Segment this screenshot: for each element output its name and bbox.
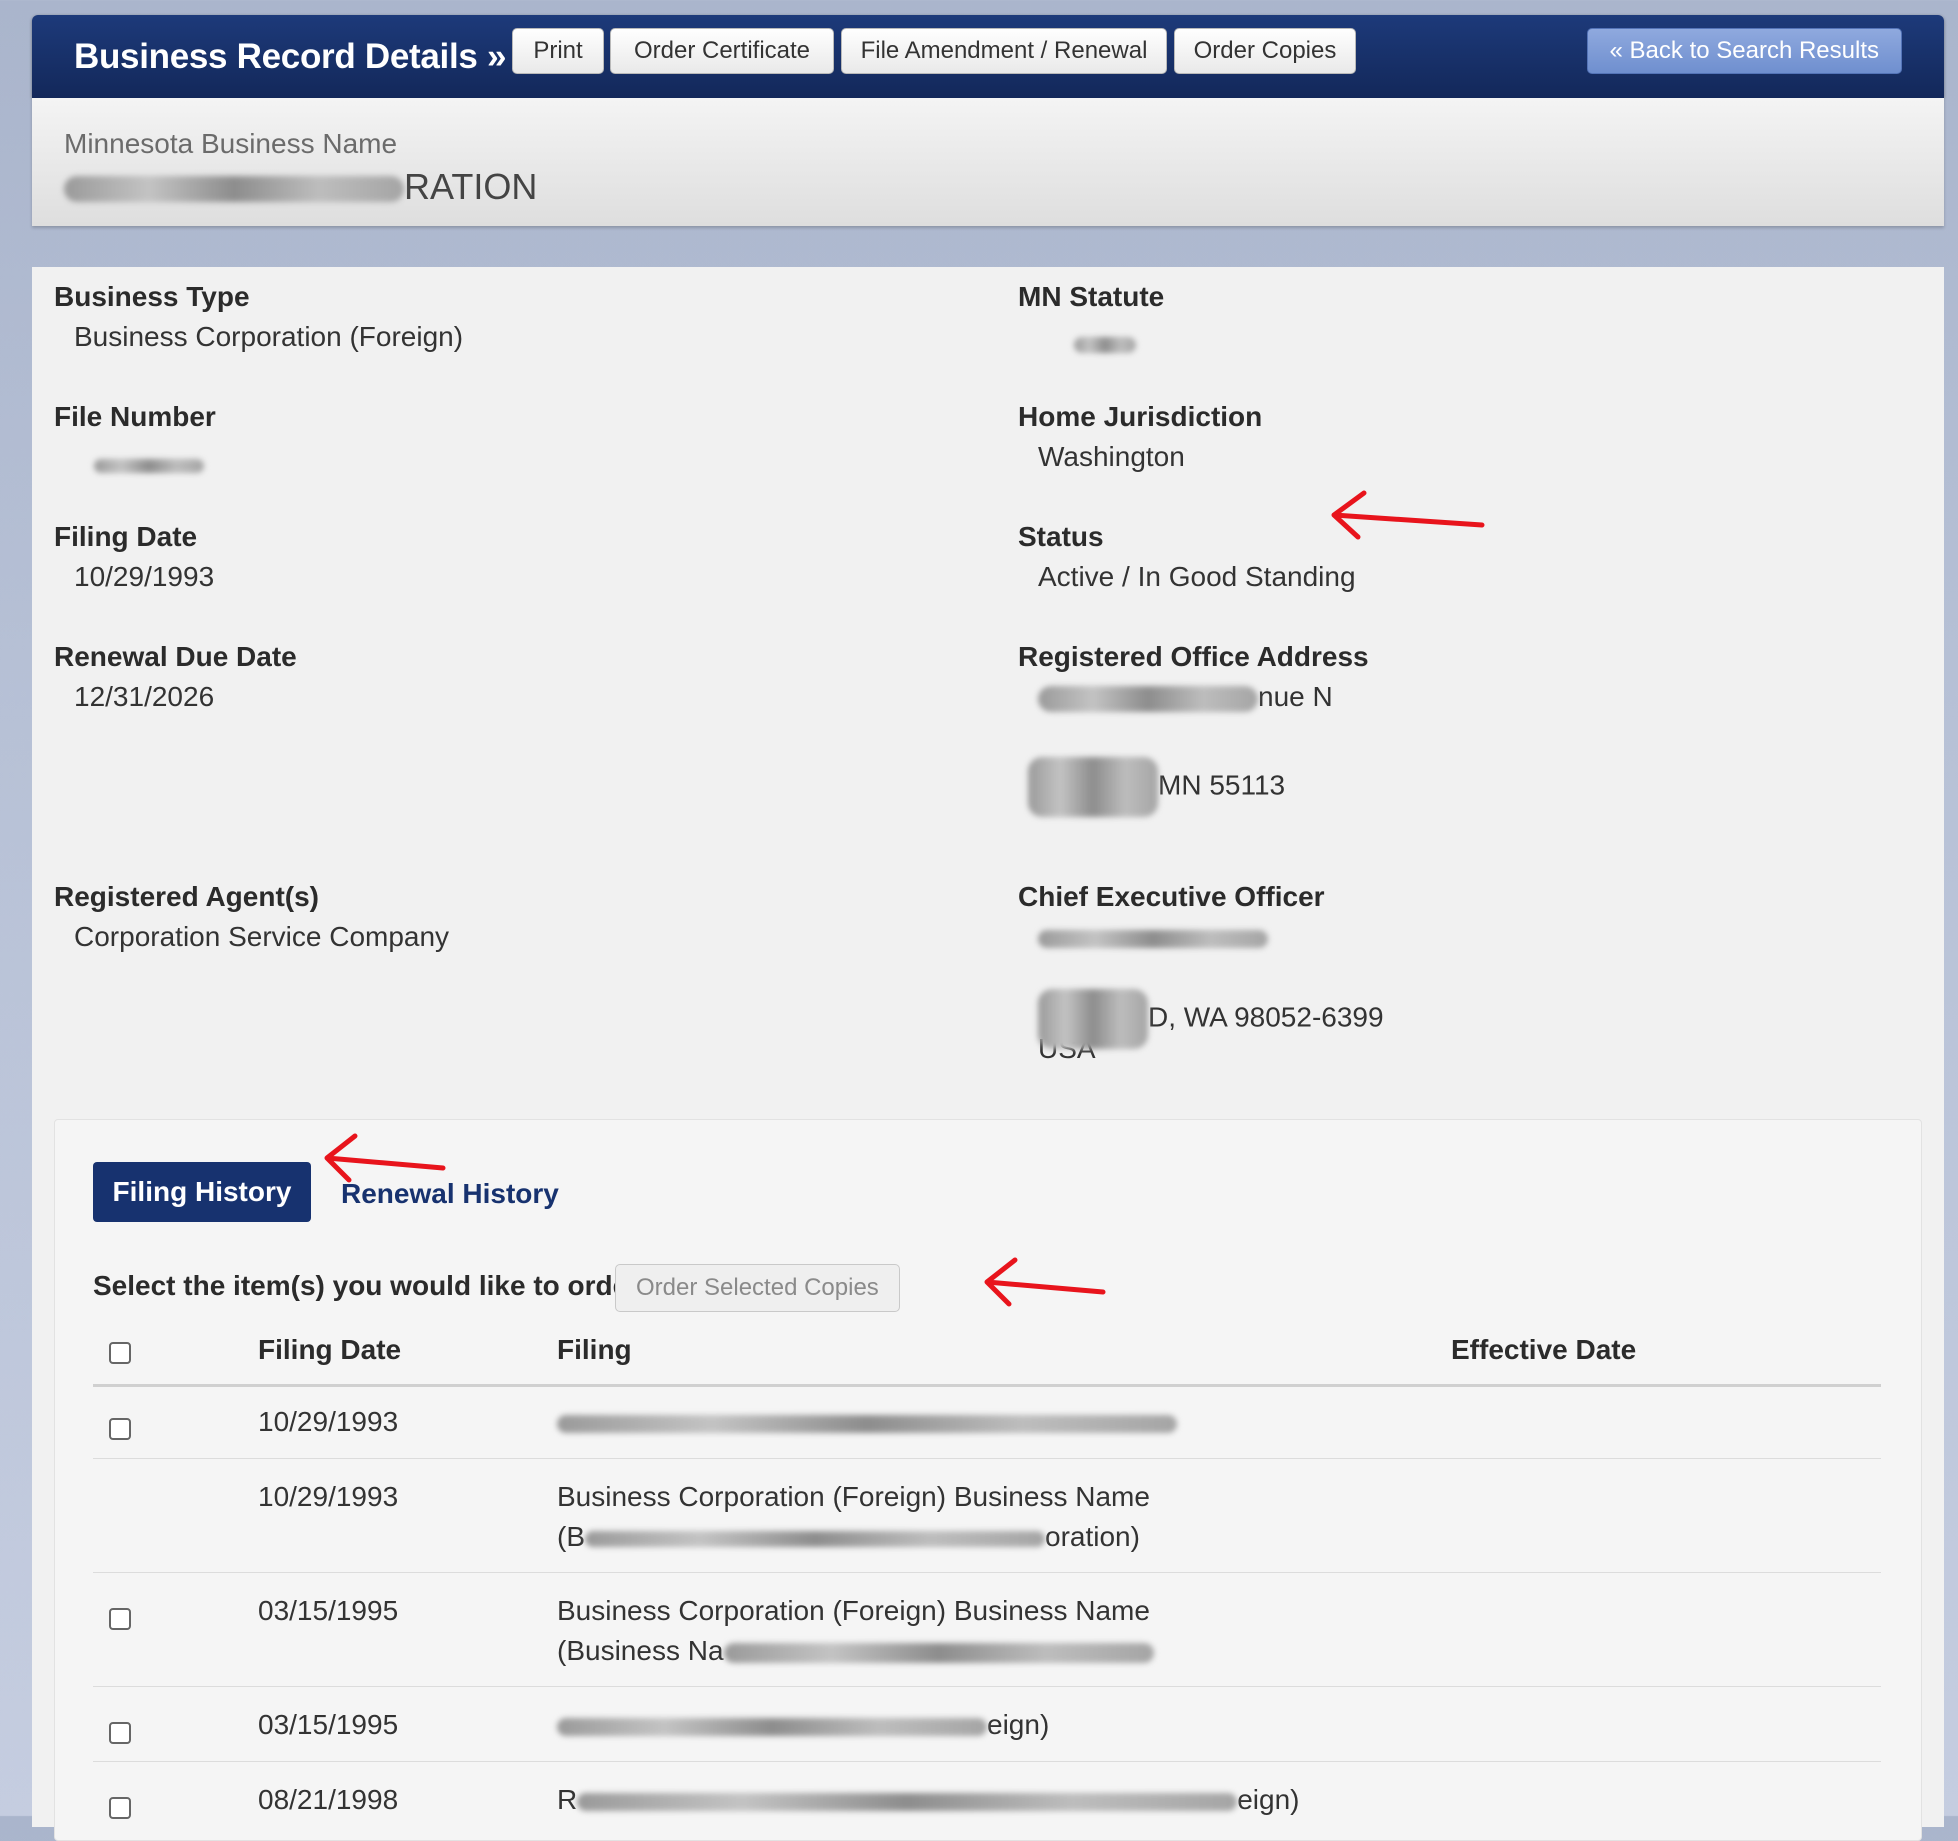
filing-date-label: Filing Date	[54, 521, 198, 552]
registered-agent-field: Registered Agent(s) Corporation Service …	[54, 881, 449, 953]
row-filing-date: 03/15/1995	[258, 1709, 399, 1740]
tab-filing-history[interactable]: Filing History	[93, 1162, 311, 1222]
order-selected-copies-button[interactable]: Order Selected Copies	[615, 1264, 900, 1312]
column-header-filing: Filing	[557, 1334, 632, 1365]
registered-agent-value: Corporation Service Company	[74, 921, 450, 952]
row-filing-line1: Business Corporation (Foreign) Business …	[557, 1481, 1150, 1512]
home-jurisdiction-label: Home Jurisdiction	[1018, 401, 1263, 432]
redacted-text	[723, 1642, 1154, 1663]
order-prompt: Select the item(s) you would like to ord…	[93, 1270, 649, 1301]
row-filing-line1: Business Corporation (Foreign) Business …	[557, 1595, 1150, 1626]
back-to-search-results-button[interactable]: « Back to Search Results	[1586, 28, 1902, 74]
row-checkbox[interactable]	[109, 1722, 131, 1744]
redacted-text	[577, 1792, 1238, 1811]
redacted-text	[1038, 685, 1258, 712]
ceo-line1	[1038, 917, 1384, 957]
home-jurisdiction-value: Washington	[1038, 441, 1185, 472]
row-divider	[93, 1761, 1881, 1762]
redacted-text	[1038, 989, 1148, 1049]
file-number-value	[74, 441, 216, 473]
file-amendment-renewal-button[interactable]: File Amendment / Renewal	[841, 28, 1167, 74]
business-name-suffix: RATION	[404, 166, 538, 207]
filing-history-panel: Filing History Renewal History Select th…	[54, 1119, 1922, 1841]
business-name-bar: Minnesota Business Name RATION	[32, 98, 1944, 226]
registered-office-line1-suffix: nue N	[1258, 681, 1333, 712]
row-filing-suffix: eign)	[987, 1709, 1050, 1740]
status-label: Status	[1018, 521, 1104, 552]
row-filing-line2: (Business Na	[557, 1631, 1154, 1671]
ceo-field: Chief Executive Officer D, WA 98052-6399…	[1018, 881, 1384, 1069]
row-filing-date: 10/29/1993	[258, 1406, 399, 1437]
ceo-line2: D, WA 98052-6399	[1038, 989, 1384, 1049]
redacted-text	[64, 176, 404, 203]
row-divider	[93, 1686, 1881, 1687]
row-divider	[93, 1572, 1881, 1573]
annotation-arrow-icon	[324, 1133, 446, 1183]
row-filing-date: 03/15/1995	[258, 1595, 399, 1626]
order-copies-button[interactable]: Order Copies	[1174, 28, 1356, 74]
row-filing-line2-prefix: (Business Na	[557, 1635, 724, 1666]
page-header: Business Record Details » Print Order Ce…	[32, 15, 1944, 98]
renewal-due-date-value: 12/31/2026	[74, 681, 215, 712]
table-header-divider	[93, 1384, 1881, 1387]
registered-office-line1: nue N	[1038, 677, 1369, 717]
mn-statute-value	[1038, 321, 1164, 353]
business-type-value: Business Corporation (Foreign)	[74, 321, 464, 352]
ceo-line2-suffix: D, WA 98052-6399	[1148, 1001, 1384, 1033]
registered-agent-label: Registered Agent(s)	[54, 881, 320, 912]
registered-office-label: Registered Office Address	[1018, 641, 1369, 672]
renewal-due-date-field: Renewal Due Date 12/31/2026	[54, 641, 297, 713]
row-filing-line2-prefix: (B	[557, 1521, 585, 1552]
registered-office-line2: MN 55113	[1028, 757, 1369, 817]
registered-office-line2-suffix: MN 55113	[1158, 769, 1286, 801]
redacted-text	[557, 1717, 987, 1736]
row-checkbox[interactable]	[109, 1418, 131, 1440]
business-name-label: Minnesota Business Name	[64, 128, 398, 159]
business-type-field: Business Type Business Corporation (Fore…	[54, 281, 463, 353]
home-jurisdiction-field: Home Jurisdiction Washington	[1018, 401, 1262, 473]
page-title: Business Record Details »	[74, 37, 507, 76]
business-name-value: RATION	[64, 166, 537, 208]
file-number-field: File Number	[54, 401, 216, 473]
row-filing-date: 10/29/1993	[258, 1481, 399, 1512]
row-checkbox[interactable]	[109, 1608, 131, 1630]
order-certificate-button[interactable]: Order Certificate	[610, 28, 834, 74]
redacted-text	[94, 458, 204, 473]
mn-statute-field: MN Statute	[1018, 281, 1164, 353]
file-number-label: File Number	[54, 401, 216, 432]
redacted-text	[557, 1414, 1177, 1433]
redacted-text	[1074, 336, 1136, 353]
row-filing-line2-suffix: oration)	[1045, 1521, 1140, 1552]
row-divider	[93, 1458, 1881, 1459]
row-filing-line2: (B oration)	[557, 1517, 1140, 1557]
select-all-checkbox[interactable]	[109, 1342, 131, 1364]
column-header-filing-date: Filing Date	[258, 1334, 402, 1365]
column-header-effective-date: Effective Date	[1451, 1334, 1637, 1365]
renewal-due-date-label: Renewal Due Date	[54, 641, 297, 672]
redacted-text	[585, 1530, 1045, 1547]
print-button[interactable]: Print	[512, 28, 604, 74]
row-filing-prefix: R	[557, 1784, 578, 1815]
redacted-text	[1028, 757, 1158, 817]
filing-date-field: Filing Date 10/29/1993	[54, 521, 214, 593]
filing-date-value: 10/29/1993	[74, 561, 215, 592]
row-filing: Reign)	[557, 1780, 1300, 1820]
row-filing-suffix: eign)	[1237, 1784, 1300, 1815]
record-details: Business Type Business Corporation (Fore…	[32, 267, 1944, 1841]
ceo-label: Chief Executive Officer	[1018, 881, 1325, 912]
annotation-arrow-icon	[984, 1257, 1106, 1307]
status-value: Active / In Good Standing	[1038, 561, 1356, 592]
mn-statute-label: MN Statute	[1018, 281, 1165, 312]
row-filing	[557, 1402, 1177, 1442]
status-field: Status Active / In Good Standing	[1018, 521, 1356, 593]
row-filing-date: 08/21/1998	[258, 1784, 399, 1815]
business-type-label: Business Type	[54, 281, 250, 312]
registered-office-field: Registered Office Address nue N MN 55113	[1018, 641, 1369, 817]
annotation-arrow-icon	[1331, 490, 1485, 540]
row-filing: eign)	[557, 1705, 1049, 1745]
redacted-text	[1038, 929, 1268, 948]
